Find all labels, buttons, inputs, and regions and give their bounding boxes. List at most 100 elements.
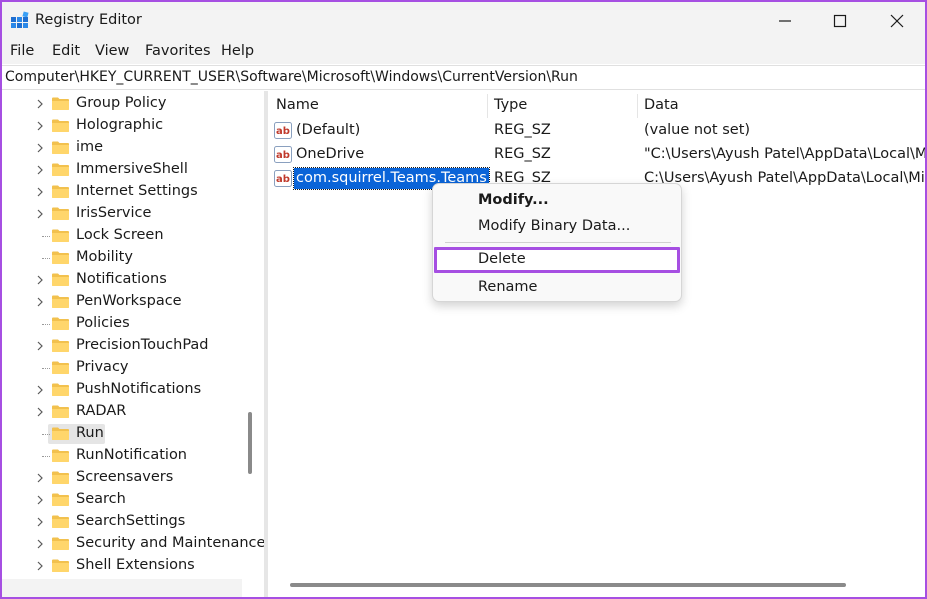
tree-item-label: RunNotification xyxy=(76,447,188,463)
tree-vertical-scrollbar-thumb[interactable] xyxy=(248,412,252,474)
folder-icon xyxy=(52,295,69,308)
column-separator[interactable] xyxy=(637,94,638,118)
tree-connector xyxy=(42,236,50,237)
folder-icon xyxy=(52,427,69,440)
chevron-right-icon[interactable] xyxy=(36,495,44,505)
tree-item[interactable]: Shell Extensions xyxy=(2,555,242,577)
context-menu-modify-binary-data-label: Modify Binary Data... xyxy=(478,218,631,234)
chevron-right-icon[interactable] xyxy=(36,209,44,219)
list-horizontal-scrollbar-thumb[interactable] xyxy=(290,583,846,587)
close-button[interactable] xyxy=(869,2,925,40)
context-menu-separator xyxy=(445,242,671,243)
chevron-right-icon[interactable] xyxy=(36,121,44,131)
tree-connector xyxy=(42,368,50,369)
key-tree-pane[interactable]: Group Policy Holographic ime ImmersiveShell… xyxy=(2,91,264,597)
folder-icon xyxy=(52,383,69,396)
tree-item[interactable]: Screensavers xyxy=(2,467,242,489)
tree-item[interactable]: Privacy xyxy=(2,357,242,379)
tree-item[interactable]: Internet Settings xyxy=(2,181,242,203)
tree-item-label: Holographic xyxy=(76,117,164,133)
values-list-pane[interactable]: Name Type Data ab (Default) REG_SZ (value n… xyxy=(268,91,925,597)
context-menu-modify[interactable]: Modify... xyxy=(434,188,680,214)
string-value-icon: ab xyxy=(274,146,292,163)
menu-file[interactable]: File xyxy=(10,43,34,59)
chevron-right-icon[interactable] xyxy=(36,143,44,153)
tree-item[interactable]: IrisService xyxy=(2,203,242,225)
tree-horizontal-scrollbar[interactable] xyxy=(2,579,242,597)
value-row[interactable]: ab OneDrive REG_SZ "C:\Users\Ayush Patel\Ap… xyxy=(268,143,925,167)
tree-connector xyxy=(42,434,50,435)
chevron-right-icon[interactable] xyxy=(36,539,44,549)
tree-item[interactable]: Search xyxy=(2,489,242,511)
tree-item-label: IrisService xyxy=(76,205,152,221)
context-menu-modify-binary-data[interactable]: Modify Binary Data... xyxy=(434,214,680,240)
folder-icon xyxy=(52,471,69,484)
tree-item-label: Group Policy xyxy=(76,95,167,111)
column-separator[interactable] xyxy=(487,94,488,118)
context-menu-rename[interactable]: Rename xyxy=(434,275,680,301)
tree-item-label: Lock Screen xyxy=(76,227,164,243)
tree-item[interactable]: Mobility xyxy=(2,247,242,269)
folder-icon xyxy=(52,141,69,154)
tree-item[interactable]: SearchSettings xyxy=(2,511,242,533)
tree-item-label: Notifications xyxy=(76,271,167,287)
chevron-right-icon[interactable] xyxy=(36,385,44,395)
chevron-right-icon[interactable] xyxy=(36,297,44,307)
value-type: REG_SZ xyxy=(494,122,551,138)
minimize-button[interactable] xyxy=(757,2,813,40)
chevron-right-icon[interactable] xyxy=(36,517,44,527)
tree-item[interactable]: ime xyxy=(2,137,242,159)
tree-item[interactable]: Holographic xyxy=(2,115,242,137)
column-header-data[interactable]: Data xyxy=(644,91,679,119)
tree-item[interactable]: Security and Maintenance xyxy=(2,533,264,555)
tree-connector xyxy=(42,258,50,259)
menu-help[interactable]: Help xyxy=(221,43,254,59)
tree-item[interactable]: Lock Screen xyxy=(2,225,242,247)
folder-icon xyxy=(52,163,69,176)
chevron-right-icon[interactable] xyxy=(36,99,44,109)
tree-item[interactable]: PenWorkspace xyxy=(2,291,242,313)
maximize-icon xyxy=(833,14,847,28)
chevron-right-icon[interactable] xyxy=(36,473,44,483)
folder-icon xyxy=(52,559,69,572)
tree-item[interactable]: RunNotification xyxy=(2,445,242,467)
value-row[interactable]: ab (Default) REG_SZ (value not set) xyxy=(268,119,925,143)
tree-item-label: ImmersiveShell xyxy=(76,161,188,177)
menu-favorites[interactable]: Favorites xyxy=(145,43,211,59)
folder-icon xyxy=(52,449,69,462)
tree-item[interactable]: PushNotifications xyxy=(2,379,242,401)
chevron-right-icon[interactable] xyxy=(36,407,44,417)
column-header-name[interactable]: Name xyxy=(276,91,319,119)
folder-icon xyxy=(52,493,69,506)
menu-edit[interactable]: Edit xyxy=(52,43,80,59)
value-type: REG_SZ xyxy=(494,146,551,162)
tree-item[interactable]: Group Policy xyxy=(2,93,242,115)
column-header-type[interactable]: Type xyxy=(494,91,527,119)
folder-icon xyxy=(52,515,69,528)
tree-item-label: PushNotifications xyxy=(76,381,202,397)
chevron-right-icon[interactable] xyxy=(36,561,44,571)
tree-item[interactable]: Notifications xyxy=(2,269,242,291)
tree-item[interactable]: RADAR xyxy=(2,401,242,423)
tree-item[interactable]: Policies xyxy=(2,313,242,335)
menu-view[interactable]: View xyxy=(95,43,129,59)
tree-item[interactable]: Run xyxy=(2,423,242,445)
menu-bar: File Edit View Favorites Help xyxy=(2,40,925,64)
chevron-right-icon[interactable] xyxy=(36,341,44,351)
svg-text:ab: ab xyxy=(276,126,290,137)
folder-icon xyxy=(52,251,69,264)
chevron-right-icon[interactable] xyxy=(36,187,44,197)
tree-item[interactable]: ImmersiveShell xyxy=(2,159,242,181)
tree-item-label: Mobility xyxy=(76,249,133,265)
maximize-button[interactable] xyxy=(812,2,868,40)
address-bar[interactable]: Computer\HKEY_CURRENT_USER\Software\Micr… xyxy=(2,65,925,90)
chevron-right-icon[interactable] xyxy=(36,275,44,285)
context-menu-delete[interactable]: Delete xyxy=(434,247,680,273)
folder-icon xyxy=(52,229,69,242)
context-menu-delete-label: Delete xyxy=(478,251,526,267)
chevron-right-icon[interactable] xyxy=(36,165,44,175)
tree-connector xyxy=(42,456,50,457)
value-name[interactable]: (Default) xyxy=(296,122,360,138)
tree-item[interactable]: PrecisionTouchPad xyxy=(2,335,242,357)
value-name[interactable]: OneDrive xyxy=(296,146,364,162)
